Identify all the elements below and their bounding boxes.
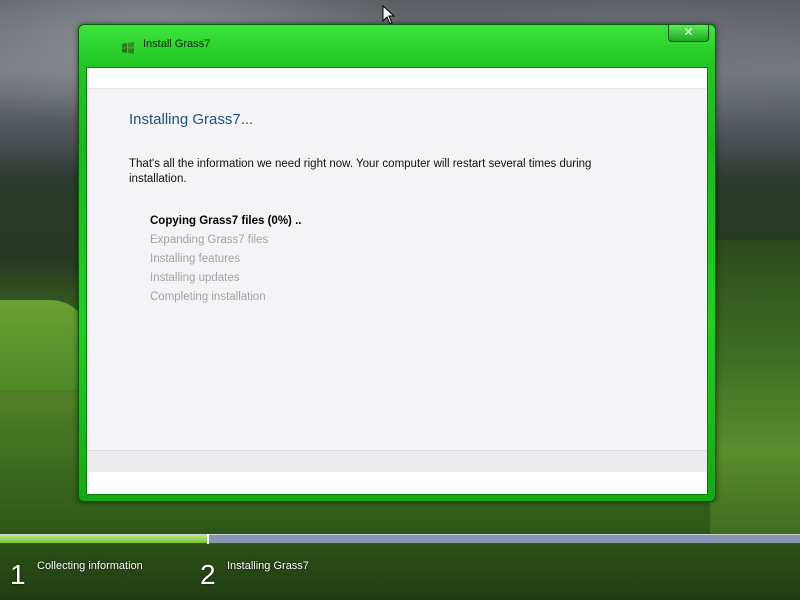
install-steps-list: Copying Grass7 files (0%) .. Expanding G… bbox=[150, 213, 301, 308]
phase-number: 1 bbox=[10, 559, 26, 590]
step-completing-installation: Completing installation bbox=[150, 291, 266, 303]
step-expanding-files: Expanding Grass7 files bbox=[150, 234, 269, 246]
phase-number: 2 bbox=[200, 559, 216, 590]
setup-progress-bar bbox=[0, 534, 800, 544]
title-bar[interactable]: Install Grass7 ✕ bbox=[79, 25, 715, 67]
page-title: Installing Grass7... bbox=[129, 111, 254, 128]
grass7-flag-icon bbox=[121, 39, 135, 54]
phase-divider bbox=[207, 534, 209, 544]
step-copying-files: Copying Grass7 files (0%) .. bbox=[150, 215, 302, 227]
info-text: That's all the information we need right… bbox=[129, 158, 592, 185]
phase-label: Installing Grass7 bbox=[227, 560, 309, 572]
phase-label: Collecting information bbox=[37, 560, 143, 572]
content-panel: Installing Grass7... That's all the info… bbox=[87, 88, 707, 450]
install-window: Install Grass7 ✕ Installing Grass7... Th… bbox=[78, 24, 716, 502]
window-client-area: Installing Grass7... That's all the info… bbox=[86, 67, 708, 495]
step-installing-updates: Installing updates bbox=[150, 272, 240, 284]
background-forest bbox=[710, 240, 800, 540]
close-button[interactable]: ✕ bbox=[668, 25, 709, 42]
step-installing-features: Installing features bbox=[150, 253, 241, 265]
setup-progress-fill bbox=[0, 535, 208, 543]
window-title: Install Grass7 bbox=[143, 38, 211, 50]
background-hill bbox=[0, 300, 90, 390]
footer-bar bbox=[87, 450, 707, 472]
